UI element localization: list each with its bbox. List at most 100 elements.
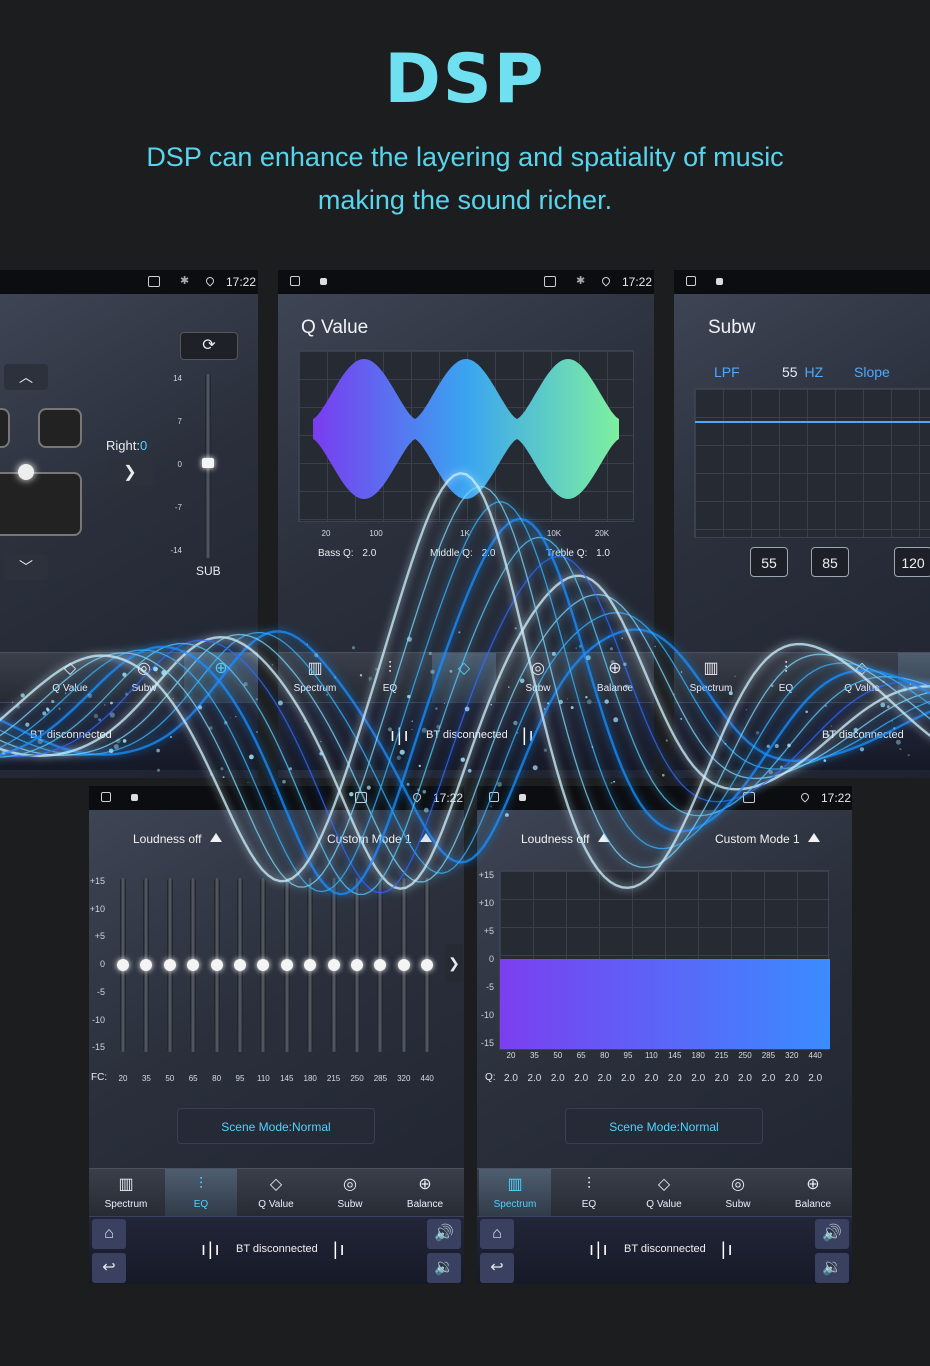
next-page-button[interactable]: ❯ xyxy=(445,944,463,982)
loudness-label: Loudness off xyxy=(133,832,202,846)
bass-q-value[interactable]: 2.0 xyxy=(362,548,376,559)
q-value[interactable]: 2.0 xyxy=(803,1073,827,1084)
q-value[interactable]: 2.0 xyxy=(569,1073,593,1084)
q-value[interactable]: 2.0 xyxy=(522,1073,546,1084)
volume-down-button[interactable]: 🔉 xyxy=(815,1253,849,1283)
diamond-icon: ◇ xyxy=(63,660,77,677)
particle xyxy=(271,664,274,666)
nav-qvalue[interactable]: ◇ Q Value xyxy=(243,1169,309,1219)
volume-up-button[interactable]: 🔊 xyxy=(815,1219,849,1249)
q-value[interactable]: 2.0 xyxy=(780,1073,804,1084)
q-value[interactable]: 2.0 xyxy=(686,1073,710,1084)
nav-subw[interactable]: ◎ Subw xyxy=(317,1169,383,1219)
nav-balance[interactable]: ⊕ Balance xyxy=(779,1169,847,1219)
nav-subw[interactable]: ◎ Subw xyxy=(705,1169,771,1219)
q-value[interactable]: 2.0 xyxy=(499,1073,523,1084)
q-value[interactable]: 2.0 xyxy=(639,1073,663,1084)
freq-tick: 100 xyxy=(369,529,383,538)
nav-eq[interactable]: ⫶ EQ xyxy=(165,1169,237,1219)
seat-rear[interactable] xyxy=(0,472,82,536)
chip-55[interactable]: 55 xyxy=(750,547,788,577)
down-button[interactable]: ﹀ xyxy=(4,554,48,580)
eq-icon: ⫶ xyxy=(783,660,788,677)
mode-select[interactable]: Custom Mode 1 xyxy=(327,832,432,846)
nav-balance[interactable]: ⊕ Balance xyxy=(584,653,646,703)
eq-slider-knob[interactable] xyxy=(163,959,176,971)
nav-spectrum[interactable]: ▥ Spectrum xyxy=(680,653,742,703)
q-value[interactable]: 2.0 xyxy=(546,1073,570,1084)
volume-down-button[interactable]: 🔉 xyxy=(427,1253,461,1283)
eq-slider-knob[interactable] xyxy=(304,959,317,971)
slope-label: Slope xyxy=(854,364,890,380)
eq-slider-knob[interactable] xyxy=(257,959,270,971)
nav-qvalue[interactable]: ◇ Q Value xyxy=(830,653,894,703)
q-value[interactable]: 2.0 xyxy=(593,1073,617,1084)
wave-right-icon: |ı xyxy=(522,725,536,745)
eq-slider-knob[interactable] xyxy=(140,959,153,971)
eq-slider-knob[interactable] xyxy=(234,959,246,971)
eq-slider-knob[interactable] xyxy=(280,959,293,971)
eq-slider-knob[interactable] xyxy=(210,959,223,971)
eq-slider-knob[interactable] xyxy=(187,959,200,971)
spectrum-y-tick: +10 xyxy=(478,898,494,908)
particle xyxy=(662,773,665,777)
scene-mode-button[interactable]: Scene Mode:Normal xyxy=(177,1108,375,1144)
nav-label: Spectrum xyxy=(293,683,337,694)
subw-screen: Subw LPF 55 HZ Slope 55 85 120 ▥ Spectru… xyxy=(674,270,930,778)
q-value[interactable]: 2.0 xyxy=(756,1073,780,1084)
eq-slider-knob[interactable] xyxy=(374,959,387,971)
loudness-toggle[interactable]: Loudness off xyxy=(521,832,610,846)
eq-slider-knob[interactable] xyxy=(351,959,363,971)
nav-label: EQ xyxy=(778,683,794,694)
volume-up-button[interactable]: 🔊 xyxy=(427,1219,461,1249)
nav-spectrum[interactable]: ▥ Spectrum xyxy=(93,1169,159,1219)
chip-120[interactable]: 120 xyxy=(894,547,930,577)
right-arrow-button[interactable]: ❯ xyxy=(107,460,153,486)
q-value[interactable]: 2.0 xyxy=(710,1073,734,1084)
home-button[interactable]: ⌂ xyxy=(92,1219,126,1249)
nav-eq[interactable]: ⫶ EQ xyxy=(362,653,418,703)
particle xyxy=(613,780,616,783)
nav-balance[interactable]: ⊕ xyxy=(184,653,258,703)
seat-front-left[interactable] xyxy=(0,408,10,448)
eq-slider-knob[interactable] xyxy=(421,959,434,971)
treble-q-value[interactable]: 1.0 xyxy=(596,548,610,559)
nav-subw[interactable]: ◎ Subw xyxy=(114,653,174,703)
nav-qvalue[interactable]: ◇ Q Value xyxy=(631,1169,697,1219)
nav-qvalue[interactable]: ◇ Q Value xyxy=(40,653,100,703)
seat-front-right[interactable] xyxy=(38,408,82,448)
eq-slider-knob[interactable] xyxy=(327,959,340,971)
nav-subw[interactable] xyxy=(898,653,930,703)
scene-mode-button[interactable]: Scene Mode:Normal xyxy=(565,1108,763,1144)
location-icon xyxy=(204,275,216,287)
eq-slider-knob[interactable] xyxy=(397,959,410,971)
chip-85[interactable]: 85 xyxy=(811,547,849,577)
sub-slider-knob[interactable] xyxy=(202,458,214,468)
location-icon xyxy=(411,791,423,803)
up-button[interactable]: ︿ xyxy=(4,364,48,390)
seat-map[interactable] xyxy=(0,402,95,542)
eq-slider-knob[interactable] xyxy=(117,959,129,971)
q-value[interactable]: 2.0 xyxy=(616,1073,640,1084)
nav-subw[interactable]: ◎ Subw xyxy=(510,653,566,703)
sub-scale-tick: 14 xyxy=(173,374,182,383)
home-button[interactable]: ⌂ xyxy=(480,1219,514,1249)
balance-point[interactable] xyxy=(18,464,34,480)
reset-button[interactable]: ⟳ xyxy=(180,332,238,360)
q-value[interactable]: 2.0 xyxy=(733,1073,757,1084)
mode-select[interactable]: Custom Mode 1 xyxy=(715,832,820,846)
nav-spectrum[interactable]: ▥ Spectrum xyxy=(284,653,346,703)
nav-eq[interactable]: ⫶ EQ xyxy=(758,653,814,703)
nav-balance[interactable]: ⊕ Balance xyxy=(391,1169,459,1219)
nav-qvalue[interactable]: ◇ xyxy=(432,653,496,703)
nav-eq[interactable]: ⫶ EQ xyxy=(557,1169,621,1219)
back-button[interactable]: ↩ xyxy=(480,1253,514,1283)
freq-value: 250 xyxy=(738,1051,752,1060)
nav-spectrum[interactable]: ▥ Spectrum xyxy=(479,1169,551,1219)
back-button[interactable]: ↩ xyxy=(92,1253,126,1283)
location-icon xyxy=(799,791,811,803)
loudness-toggle[interactable]: Loudness off xyxy=(133,832,222,846)
q-value[interactable]: 2.0 xyxy=(663,1073,687,1084)
status-time: 17:22 xyxy=(821,791,852,805)
middle-q-value[interactable]: 2.0 xyxy=(482,548,496,559)
